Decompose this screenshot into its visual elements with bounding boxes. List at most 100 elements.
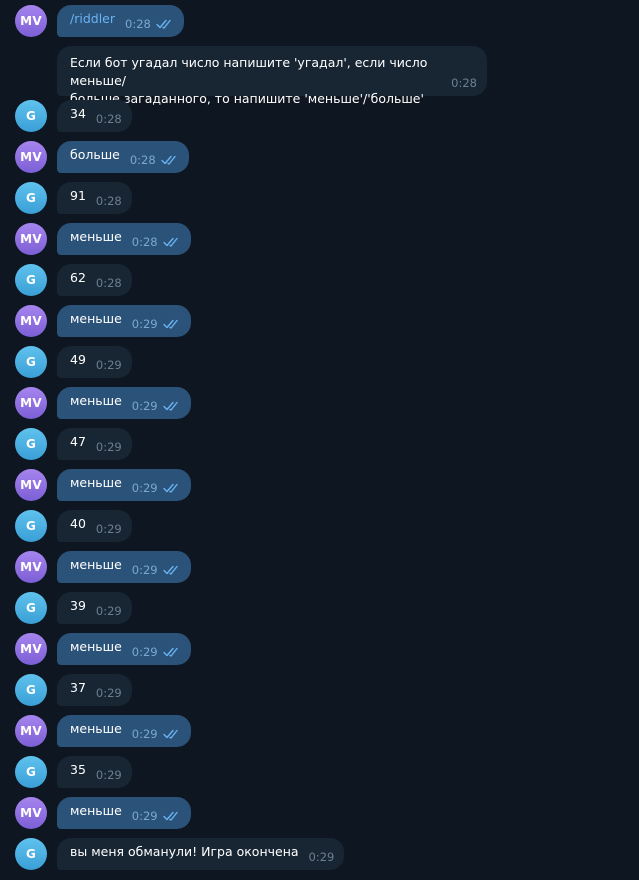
avatar[interactable]: MV <box>15 551 47 583</box>
avatar[interactable]: G <box>15 428 47 460</box>
message-text: 47 <box>70 433 86 449</box>
avatar[interactable]: MV <box>15 633 47 665</box>
message-bubble[interactable]: меньше 0:29 <box>57 469 191 501</box>
message-text: 34 <box>70 105 86 121</box>
message-bubble[interactable]: 35 0:29 <box>57 756 132 788</box>
message-text: 49 <box>70 351 86 367</box>
message-meta: 0:29 <box>132 317 181 331</box>
message-time: 0:28 <box>95 112 122 126</box>
message-time: 0:29 <box>131 481 158 495</box>
message-text: 37 <box>70 679 86 695</box>
message-meta: 0:28 <box>132 235 181 249</box>
message-text: вы меня обманули! Игра окончена <box>70 843 299 859</box>
message-bubble[interactable]: меньше 0:29 <box>57 305 191 337</box>
message-text: больше <box>70 146 120 162</box>
avatar[interactable]: MV <box>15 797 47 829</box>
message-time: 0:29 <box>131 399 158 413</box>
message-bubble[interactable]: /riddler 0:28 <box>57 5 184 37</box>
avatar[interactable]: MV <box>15 305 47 337</box>
message-bubble[interactable]: 47 0:29 <box>57 428 132 460</box>
message-meta: 0:28 <box>130 153 179 167</box>
message-text: меньше <box>70 556 122 572</box>
avatar[interactable]: MV <box>15 469 47 501</box>
message-time: 0:28 <box>95 276 122 290</box>
message-bubble[interactable]: 49 0:29 <box>57 346 132 378</box>
double-check-icon <box>162 565 178 575</box>
message-time: 0:29 <box>95 768 122 782</box>
message-meta: 0:29 <box>96 440 122 454</box>
message-bubble[interactable]: 40 0:29 <box>57 510 132 542</box>
message-time: 0:29 <box>308 850 335 864</box>
message-meta: 0:28 <box>125 17 174 31</box>
message-time: 0:29 <box>131 317 158 331</box>
message-bubble[interactable]: меньше 0:29 <box>57 715 191 747</box>
message-bubble[interactable]: Если бот угадал число напишите 'угадал',… <box>57 46 487 106</box>
message-text: 91 <box>70 187 86 203</box>
avatar[interactable]: G <box>15 346 47 378</box>
message-bubble[interactable]: меньше 0:29 <box>57 387 191 419</box>
message-meta: 0:29 <box>96 358 122 372</box>
message-meta: 0:29 <box>96 686 122 700</box>
message-time: 0:29 <box>95 440 122 454</box>
message-bubble[interactable]: меньше 0:29 <box>57 797 191 829</box>
double-check-icon <box>156 19 171 29</box>
double-check-icon <box>162 811 178 821</box>
double-check-icon <box>162 729 178 739</box>
avatar[interactable]: G <box>15 674 47 706</box>
message-time: 0:28 <box>131 235 158 249</box>
message-time: 0:28 <box>125 17 151 31</box>
message-meta: 0:29 <box>309 850 335 864</box>
message-meta: 0:29 <box>132 809 181 823</box>
message-time: 0:28 <box>129 153 156 167</box>
message-time: 0:28 <box>95 194 122 208</box>
message-text: меньше <box>70 638 122 654</box>
message-bubble[interactable]: 34 0:28 <box>57 100 132 132</box>
message-text-line: больше загаданного, то напишите 'меньше'… <box>70 91 424 106</box>
message-text: 40 <box>70 515 86 531</box>
avatar[interactable]: MV <box>15 5 47 37</box>
avatar[interactable]: G <box>15 510 47 542</box>
message-bubble[interactable]: больше 0:28 <box>57 141 189 173</box>
double-check-icon <box>162 319 178 329</box>
message-bubble[interactable]: 91 0:28 <box>57 182 132 214</box>
message-time: 0:29 <box>95 522 122 536</box>
message-bubble[interactable]: меньше 0:28 <box>57 223 191 255</box>
message-text: меньше <box>70 392 122 408</box>
message-meta: 0:29 <box>96 768 122 782</box>
message-text: меньше <box>70 474 122 490</box>
double-check-icon <box>162 647 178 657</box>
message-time: 0:29 <box>95 604 122 618</box>
message-meta: 0:29 <box>132 645 181 659</box>
message-bubble[interactable]: вы меня обманули! Игра окончена 0:29 <box>57 838 345 870</box>
avatar[interactable]: G <box>15 264 47 296</box>
message-time: 0:29 <box>131 727 158 741</box>
avatar[interactable]: MV <box>15 387 47 419</box>
message-meta: 0:29 <box>132 563 181 577</box>
double-check-icon <box>162 483 178 493</box>
message-bubble[interactable]: меньше 0:29 <box>57 551 191 583</box>
message-text-line: Если бот угадал число напишите 'угадал',… <box>70 55 428 88</box>
avatar[interactable]: MV <box>15 141 47 173</box>
avatar[interactable]: G <box>15 100 47 132</box>
message-time: 0:29 <box>131 563 158 577</box>
message-bubble[interactable]: 39 0:29 <box>57 592 132 624</box>
avatar[interactable]: MV <box>15 223 47 255</box>
avatar[interactable]: MV <box>15 715 47 747</box>
message-text: 35 <box>70 761 86 777</box>
message-bubble[interactable]: меньше 0:29 <box>57 633 191 665</box>
avatar[interactable]: G <box>15 592 47 624</box>
message-text: меньше <box>70 720 122 736</box>
message-meta: 0:29 <box>132 399 181 413</box>
message-text: меньше <box>70 228 122 244</box>
message-bubble[interactable]: 62 0:28 <box>57 264 132 296</box>
avatar[interactable]: G <box>15 182 47 214</box>
message-meta: 0:29 <box>96 604 122 618</box>
avatar[interactable]: G <box>15 838 47 870</box>
message-text: 39 <box>70 597 86 613</box>
message-meta: 0:28 <box>96 194 122 208</box>
avatar[interactable]: G <box>15 756 47 788</box>
command-link[interactable]: /riddler <box>70 11 115 26</box>
message-text: меньше <box>70 310 122 326</box>
message-bubble[interactable]: 37 0:29 <box>57 674 132 706</box>
message-meta: 0:29 <box>96 522 122 536</box>
